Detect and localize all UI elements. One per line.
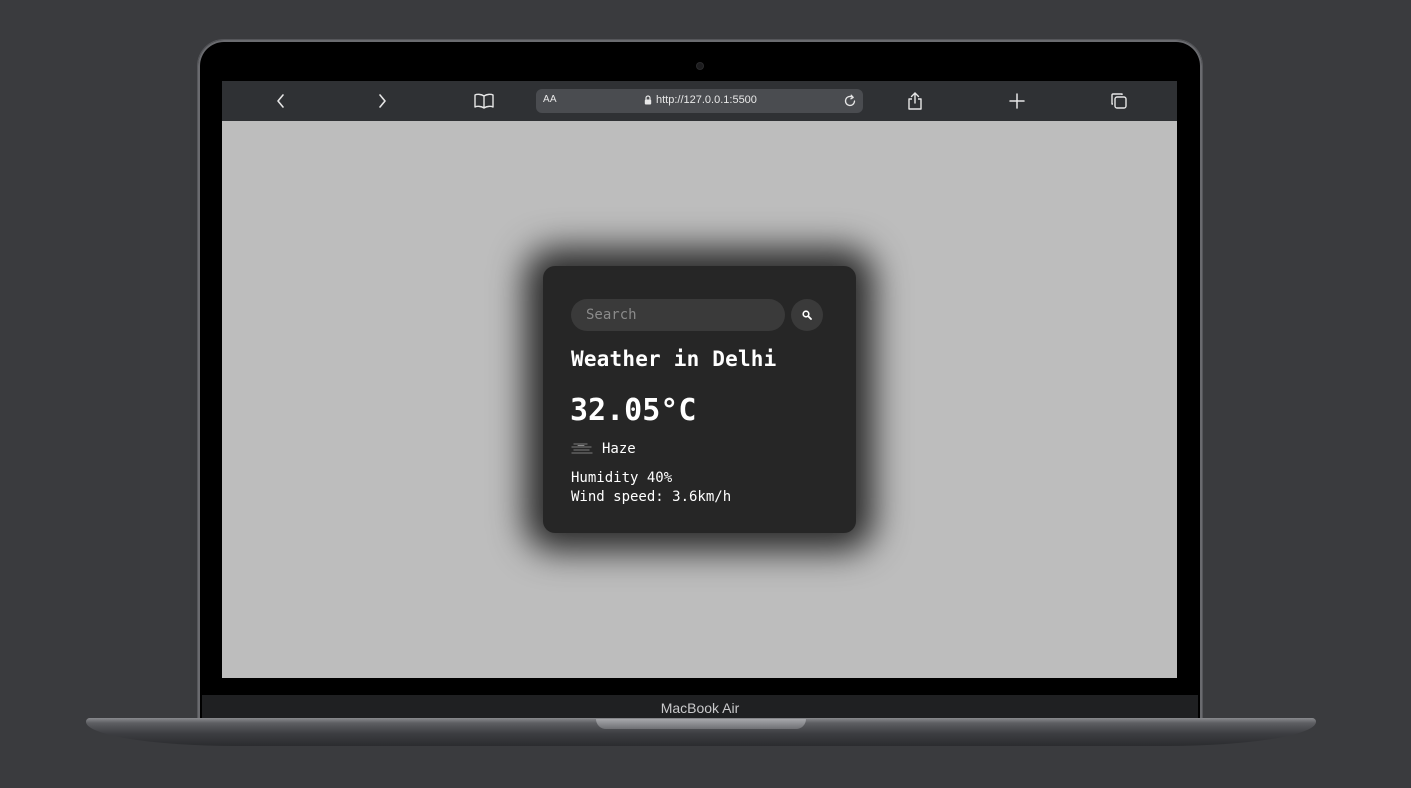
tabs-icon: [1111, 93, 1127, 109]
share-button[interactable]: [903, 89, 927, 113]
search-input[interactable]: [571, 299, 785, 331]
browser-screen: AA http://127.0.0.1:5500 Search Weather …: [222, 81, 1177, 678]
address-bar[interactable]: AA http://127.0.0.1:5500: [536, 89, 863, 113]
forward-button[interactable]: [370, 89, 394, 113]
humidity-text: Humidity 40%: [571, 470, 673, 486]
search-icon: [802, 310, 812, 320]
chevron-left-icon: [277, 94, 284, 108]
reload-icon: [844, 94, 856, 107]
url-display: http://127.0.0.1:5500: [644, 94, 757, 106]
back-button[interactable]: [269, 89, 293, 113]
stage: AA http://127.0.0.1:5500 Search Weather …: [0, 0, 1411, 788]
haze-icon: [571, 443, 593, 454]
city-title: Weather in Delhi: [571, 347, 777, 371]
temperature: 32.05°C: [570, 393, 697, 428]
bookmarks-button[interactable]: [472, 89, 496, 113]
laptop-chin: MacBook Air: [202, 695, 1198, 720]
weather-description: Haze: [602, 441, 636, 457]
tabs-overview-button[interactable]: [1107, 89, 1131, 113]
url-text: http://127.0.0.1:5500: [656, 94, 757, 106]
new-tab-button[interactable]: [1005, 89, 1029, 113]
lock-icon: [644, 95, 652, 105]
search-row: [571, 299, 823, 331]
share-icon: [908, 92, 922, 110]
wind-speed-text: Wind speed: 3.6km/h: [571, 489, 732, 505]
device-label: MacBook Air: [660, 700, 740, 716]
search-button[interactable]: [791, 299, 823, 331]
book-icon: [474, 93, 494, 109]
description-row: Haze: [571, 441, 636, 457]
laptop-notch: [596, 719, 806, 729]
plus-icon: [1009, 93, 1025, 109]
browser-toolbar: AA http://127.0.0.1:5500: [222, 81, 1177, 121]
reload-button[interactable]: [841, 92, 859, 110]
weather-card: Weather in Delhi 32.05°C Haze Humidity 4…: [543, 266, 856, 533]
camera: [697, 63, 703, 69]
chevron-right-icon: [379, 94, 386, 108]
reader-button[interactable]: AA: [543, 94, 557, 105]
